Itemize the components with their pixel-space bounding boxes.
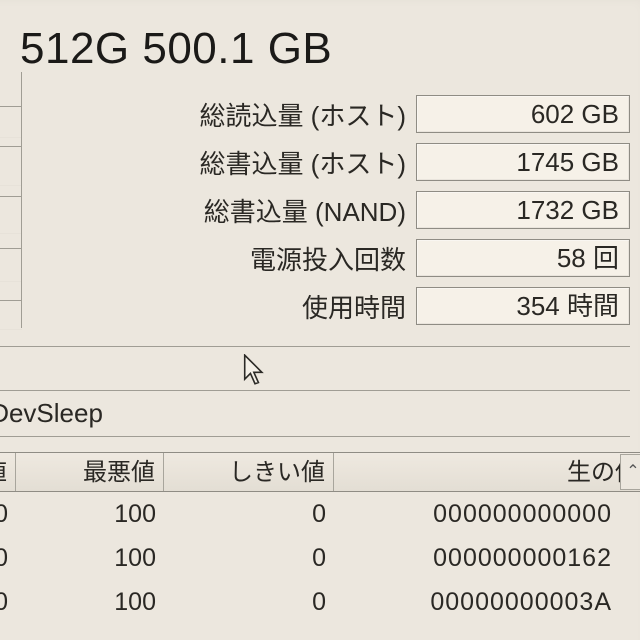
stat-label: 総書込量 (NAND)	[22, 192, 416, 229]
stat-row-host-read: 総読込量 (ホスト) 602 GB	[0, 90, 640, 138]
stat-label: 使用時間	[22, 288, 416, 325]
stat-row-power-count: 電源投入回数 58 回	[0, 234, 640, 282]
stats-block: 総読込量 (ホスト) 602 GB 総書込量 (ホスト) 1745 GB 総書込…	[0, 90, 640, 330]
grid-header-raw[interactable]: 生の値	[334, 453, 640, 491]
left-fragment: , NCQ, TRIM, DevSleep	[0, 398, 103, 429]
stat-value: 58 回	[416, 239, 630, 277]
grid-header-worst[interactable]: 最悪値	[16, 453, 164, 491]
table-row[interactable]: 100 100 0 000000000000	[0, 492, 620, 536]
scroll-up-button[interactable]: ⌃	[620, 454, 640, 490]
stat-label: 電源投入回数	[22, 240, 416, 277]
stat-label: 総読込量 (ホスト)	[22, 96, 416, 133]
left-info-box	[0, 72, 22, 328]
smart-grid-rows: 100 100 0 000000000000 100 100 0 0000000…	[0, 492, 620, 624]
grid-header-threshold[interactable]: しきい値	[164, 453, 334, 491]
stat-value: 1745 GB	[416, 143, 630, 181]
stat-row-hours: 使用時間 354 時間	[0, 282, 640, 330]
cursor-icon	[242, 354, 268, 386]
table-row[interactable]: 100 100 0 00000000003A	[0, 580, 620, 624]
stat-value: 354 時間	[416, 287, 630, 325]
stat-value: 602 GB	[416, 95, 630, 133]
drive-title: 512G 500.1 GB	[0, 0, 640, 80]
smart-grid-header: 現在値 最悪値 しきい値 生の値	[0, 452, 640, 492]
stat-label: 総書込量 (ホスト)	[22, 144, 416, 181]
stat-row-nand-write: 総書込量 (NAND) 1732 GB	[0, 186, 640, 234]
table-row[interactable]: 100 100 0 000000000162	[0, 536, 620, 580]
grid-header-current[interactable]: 現在値	[0, 453, 16, 491]
stat-value: 1732 GB	[416, 191, 630, 229]
disk-info-window: 512G 500.1 GB 総読込量 (ホスト) 602 GB 総書込量 (ホス…	[0, 0, 640, 640]
stat-row-host-write: 総書込量 (ホスト) 1745 GB	[0, 138, 640, 186]
